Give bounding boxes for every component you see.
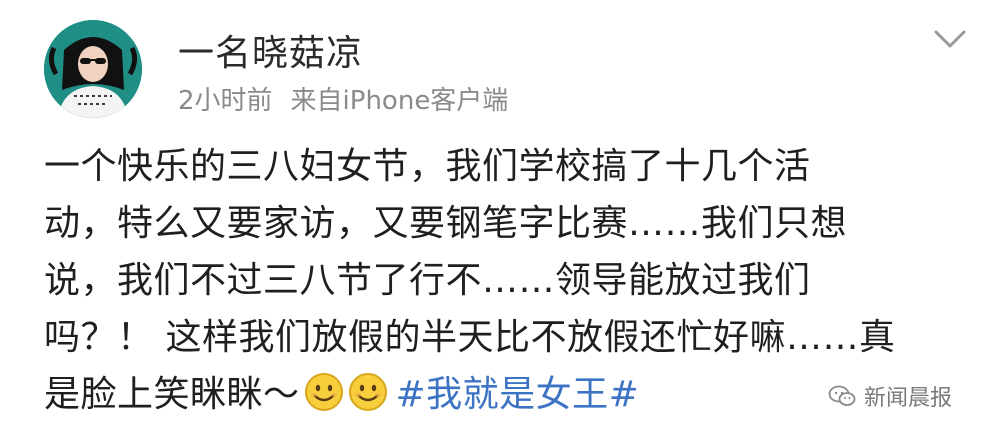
content-line: 动，特么又要家访，又要钢笔字比赛……我们只想: [44, 203, 848, 244]
post-content: 一个快乐的三八妇女节，我们学校搞了十几个活 动，特么又要家访，又要钢笔字比赛………: [44, 138, 964, 423]
smile-emoji: [304, 372, 344, 412]
post-source[interactable]: 来自iPhone客户端: [291, 86, 509, 116]
content-line: 说，我们不过三八节了行不……领导能放过我们: [44, 260, 811, 301]
content-line: 吗？！ 这样我们放假的半天比不放假还忙好嘛……真: [44, 317, 896, 358]
avatar-image: [44, 20, 142, 118]
post-time: 2小时前: [178, 86, 273, 116]
hashtag-link[interactable]: #我就是女王#: [396, 374, 640, 415]
chevron-down-icon: [934, 30, 966, 48]
avatar[interactable]: [44, 20, 142, 118]
watermark-text: 新闻晨报: [864, 386, 953, 411]
wechat-icon: [828, 385, 856, 406]
smile-emoji: [348, 372, 388, 412]
post-menu-button[interactable]: [930, 24, 970, 54]
content-line-text: 是脸上笑眯眯～: [44, 374, 300, 415]
content-line: 一个快乐的三八妇女节，我们学校搞了十几个活: [44, 146, 811, 187]
weibo-post-card: 一名晓菇凉 2小时前 来自iPhone客户端 一个快乐的三八妇女节，我们学校搞了十…: [0, 0, 1000, 437]
post-meta: 2小时前 来自iPhone客户端: [178, 80, 508, 117]
content-line-last: 是脸上笑眯眯～ #我就是女王#: [44, 366, 964, 423]
watermark: 新闻晨报: [828, 380, 952, 412]
username[interactable]: 一名晓菇凉: [178, 24, 363, 76]
